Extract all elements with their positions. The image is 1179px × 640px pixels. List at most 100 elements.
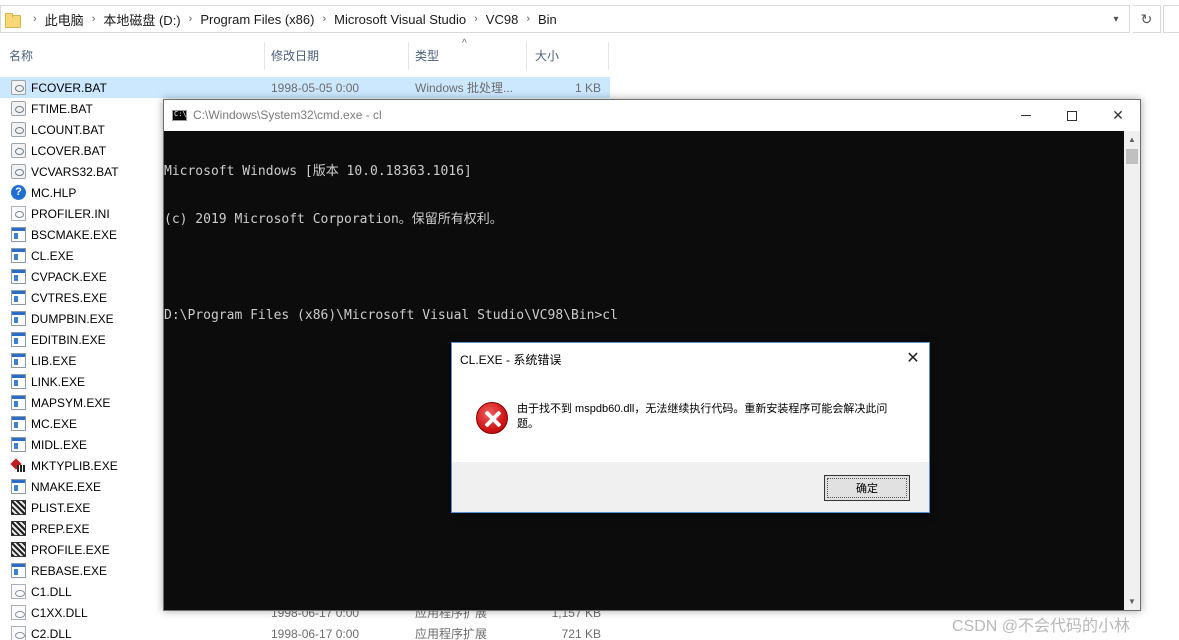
chevron-right-icon[interactable]: › [25, 13, 45, 25]
chevron-right-icon[interactable]: › [314, 13, 334, 25]
file-name: BSCMAKE.EXE [31, 227, 118, 242]
dll-file-icon [11, 584, 26, 599]
watermark: CSDN @不会代码的小林 [952, 618, 1131, 635]
file-date: 1998-05-05 0:00 [271, 80, 360, 95]
exe-file-icon [11, 269, 26, 284]
file-name: CVTRES.EXE [31, 290, 108, 305]
exe-file-icon [11, 374, 26, 389]
file-name: VCVARS32.BAT [31, 164, 119, 179]
exe-file-icon [11, 563, 26, 578]
refresh-button[interactable]: ↻ [1133, 5, 1161, 33]
exe-file-icon [11, 227, 26, 242]
file-name: LINK.EXE [31, 374, 86, 389]
dialog-title: CL.EXE - 系统错误 [460, 353, 562, 367]
file-name: C2.DLL [31, 626, 72, 640]
file-name: LCOVER.BAT [31, 143, 107, 158]
chevron-down-icon[interactable]: ▾ [1103, 6, 1129, 32]
exe-file-icon [11, 332, 26, 347]
file-name: LCOUNT.BAT [31, 122, 105, 137]
file-name: MIDL.EXE [31, 437, 88, 452]
file-size: 1 KB [574, 80, 601, 95]
console-line: Microsoft Windows [版本 10.0.18363.1016] [164, 164, 472, 179]
file-name: CL.EXE [31, 248, 74, 263]
file-name: C1XX.DLL [31, 605, 88, 620]
explorer-address-bar: › 此电脑 › 本地磁盘 (D:) › Program Files (x86) … [0, 0, 1179, 38]
scroll-down-icon[interactable]: ▼ [1124, 593, 1140, 610]
exe-file-icon [11, 416, 26, 431]
chevron-right-icon[interactable]: › [518, 13, 538, 25]
file-name: PROFILE.EXE [31, 542, 110, 557]
console-line: (c) 2019 Microsoft Corporation。保留所有权利。 [164, 212, 503, 227]
minimize-button[interactable] [1003, 100, 1049, 131]
console-prompt-line: D:\Program Files (x86)\Microsoft Visual … [164, 308, 618, 323]
column-header-size[interactable]: 大小 [526, 42, 609, 70]
column-header-row: 名称 修改日期 类型 大小 [0, 42, 1179, 70]
exe-file-icon [11, 353, 26, 368]
file-type: 应用程序扩展 [415, 627, 488, 640]
file-name: PROFILER.INI [31, 206, 110, 221]
column-header-name[interactable]: 名称 [0, 42, 265, 70]
dialog-message: 由于找不到 mspdb60.dll，无法继续执行代码。重新安装程序可能会解决此问… [517, 403, 888, 430]
close-button[interactable]: ✕ [1095, 100, 1141, 131]
batch-file-icon [11, 122, 26, 137]
breadcrumb-item-this-pc[interactable]: 此电脑 [45, 10, 84, 29]
maximize-icon [1067, 110, 1077, 121]
file-date: 1998-06-17 0:00 [271, 626, 360, 640]
table-row[interactable]: C2.DLL 1998-06-17 0:00 应用程序扩展 721 KB [0, 623, 610, 640]
exe-file-icon [11, 290, 26, 305]
file-name: EDITBIN.EXE [31, 332, 106, 347]
chevron-right-icon[interactable]: › [84, 13, 104, 25]
legacy-app-icon [11, 500, 26, 515]
breadcrumb-item-program-files[interactable]: Program Files (x86) [200, 12, 314, 27]
breadcrumb: › 此电脑 › 本地磁盘 (D:) › Program Files (x86) … [25, 6, 1103, 32]
legacy-app-icon [11, 542, 26, 557]
chevron-right-icon[interactable]: › [466, 13, 486, 25]
error-icon [476, 402, 508, 434]
file-name: FCOVER.BAT [31, 80, 107, 95]
file-name: PREP.EXE [31, 521, 90, 536]
cmd-title-bar[interactable]: C:\Windows\System32\cmd.exe - cl ✕ [164, 100, 1140, 131]
system-error-dialog: CL.EXE - 系统错误 ✕ 由于找不到 mspdb60.dll，无法继续执行… [451, 342, 930, 513]
dialog-close-button[interactable]: ✕ [900, 346, 926, 370]
dialog-body: 由于找不到 mspdb60.dll，无法继续执行代码。重新安装程序可能会解决此问… [452, 373, 929, 462]
dialog-footer: 确定 [452, 462, 929, 512]
file-size: 721 KB [561, 626, 601, 640]
file-name: MC.EXE [31, 416, 78, 431]
vertical-scrollbar[interactable]: ▲ ▼ [1124, 131, 1140, 610]
ok-button[interactable]: 确定 [824, 475, 910, 501]
batch-file-icon [11, 101, 26, 116]
help-file-icon: ? [11, 185, 26, 200]
table-row[interactable]: FCOVER.BAT 1998-05-05 0:00 Windows 批处理... 1… [0, 77, 610, 98]
batch-file-icon [11, 80, 26, 95]
file-name: MKTYPLIB.EXE [31, 458, 118, 473]
file-name: DUMPBIN.EXE [31, 311, 114, 326]
exe-file-icon [11, 437, 26, 452]
legacy-app-icon [11, 521, 26, 536]
breadcrumb-item-local-disk[interactable]: 本地磁盘 (D:) [103, 10, 180, 29]
file-name: LIB.EXE [31, 353, 77, 368]
dll-file-icon [11, 626, 26, 640]
file-name: MC.HLP [31, 185, 77, 200]
breadcrumb-item-bin[interactable]: Bin [538, 12, 557, 27]
refresh-icon: ↻ [1140, 10, 1153, 27]
close-icon: ✕ [1112, 107, 1124, 123]
address-box[interactable]: › 此电脑 › 本地磁盘 (D:) › Program Files (x86) … [0, 5, 1130, 33]
close-icon: ✕ [906, 350, 920, 367]
breadcrumb-item-vc98[interactable]: VC98 [486, 12, 519, 27]
dll-file-icon [11, 605, 26, 620]
maximize-button[interactable] [1049, 100, 1095, 131]
chevron-right-icon[interactable]: › [181, 13, 201, 25]
dialog-title-bar[interactable]: CL.EXE - 系统错误 ✕ [452, 343, 929, 373]
scrollbar-thumb[interactable] [1126, 149, 1138, 164]
search-box[interactable] [1163, 5, 1179, 33]
file-name: PLIST.EXE [31, 500, 91, 515]
breadcrumb-item-visual-studio[interactable]: Microsoft Visual Studio [334, 12, 466, 27]
file-name: NMAKE.EXE [31, 479, 102, 494]
minimize-icon [1021, 115, 1031, 116]
batch-file-icon [11, 164, 26, 179]
mktyplib-app-icon [11, 458, 26, 473]
file-name: MAPSYM.EXE [31, 395, 111, 410]
column-header-date[interactable]: 修改日期 [262, 42, 409, 70]
scroll-up-icon[interactable]: ▲ [1124, 131, 1140, 148]
